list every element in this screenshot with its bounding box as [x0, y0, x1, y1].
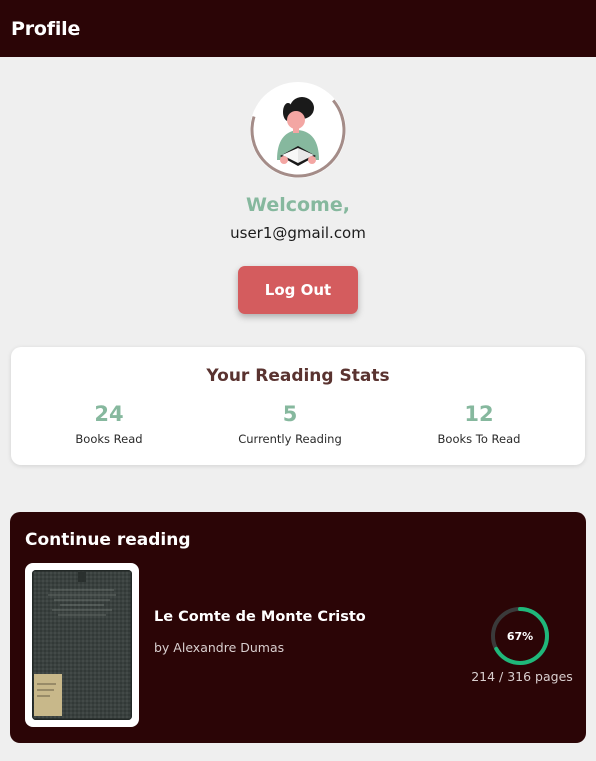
stat-currently-reading: 5 Currently Reading — [210, 402, 370, 446]
stat-value: 5 — [282, 402, 298, 426]
stats-title: Your Reading Stats — [206, 366, 390, 386]
pages-progress: 214 / 316 pages — [471, 669, 573, 684]
progress-percent: 67% — [506, 629, 534, 643]
logout-button[interactable]: Log Out — [238, 266, 358, 314]
welcome-text: Welcome, — [246, 194, 350, 216]
stat-label: Books Read — [75, 432, 143, 446]
page-title: Profile — [11, 17, 81, 40]
continue-reading-title: Continue reading — [25, 530, 191, 550]
book-author: by Alexandre Dumas — [154, 640, 285, 655]
book-cover-image — [32, 570, 132, 720]
stat-books-read: 24 Books Read — [29, 402, 189, 446]
book-cover-frame[interactable] — [25, 563, 139, 727]
stat-label: Books To Read — [437, 432, 521, 446]
stat-value: 12 — [464, 402, 494, 426]
stat-value: 24 — [94, 402, 124, 426]
continue-reading-card[interactable]: Continue reading Le Comte de Monte Crist… — [10, 512, 586, 743]
reading-person-illustration — [250, 82, 346, 178]
stat-label: Currently Reading — [238, 432, 342, 446]
stat-books-to-read: 12 Books To Read — [399, 402, 559, 446]
avatar — [250, 82, 346, 178]
reading-stats-card: Your Reading Stats 24 Books Read 5 Curre… — [11, 347, 585, 465]
user-email: user1@gmail.com — [230, 224, 366, 242]
top-bar: Profile — [0, 0, 596, 57]
book-title: Le Comte de Monte Cristo — [154, 609, 366, 625]
